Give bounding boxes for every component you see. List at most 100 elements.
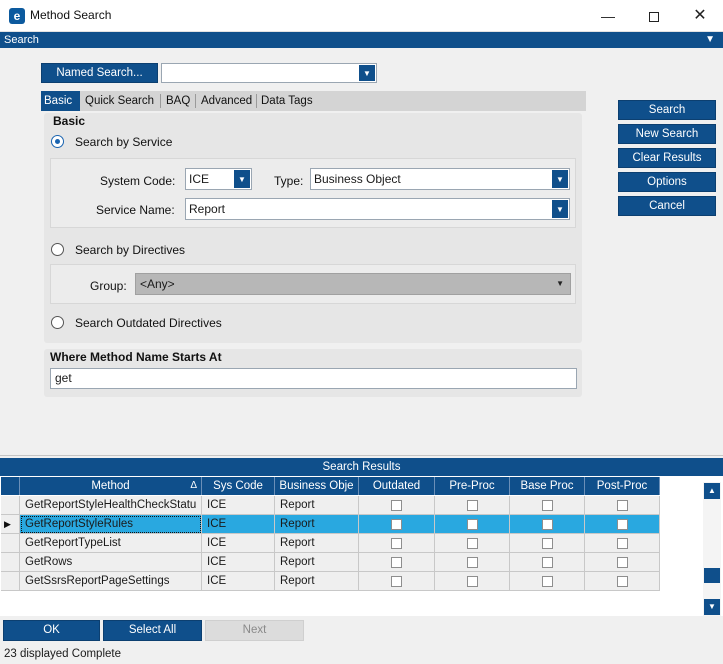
- tab-baq[interactable]: BAQ: [163, 91, 193, 111]
- search-button[interactable]: Search: [618, 100, 716, 120]
- outdated-checkbox[interactable]: [391, 557, 402, 568]
- tab-data-tags[interactable]: Data Tags: [258, 91, 316, 111]
- table-row[interactable]: GetRows ICE Report: [1, 553, 660, 572]
- pre-proc-checkbox[interactable]: [467, 519, 478, 530]
- post-proc-cell: [585, 553, 660, 572]
- next-button[interactable]: Next: [205, 620, 304, 641]
- tab-advanced[interactable]: Advanced: [198, 91, 255, 111]
- table-row[interactable]: GetReportTypeList ICE Report: [1, 534, 660, 553]
- maximize-icon[interactable]: [631, 0, 677, 32]
- table-row[interactable]: GetReportStyleHealthCheckStatu ICE Repor…: [1, 496, 660, 515]
- tab-basic[interactable]: Basic: [41, 91, 80, 111]
- sys-code-cell: ICE: [202, 572, 275, 591]
- clear-results-button[interactable]: Clear Results: [618, 148, 716, 168]
- pre-proc-checkbox[interactable]: [467, 557, 478, 568]
- tab-quick-search[interactable]: Quick Search: [82, 91, 157, 111]
- named-search-button[interactable]: Named Search...: [41, 63, 158, 83]
- row-selector[interactable]: ▶: [1, 515, 20, 534]
- table-row-selected[interactable]: ▶ GetReportStyleRules ICE Report: [1, 515, 660, 534]
- method-cell: GetReportStyleHealthCheckStatu: [20, 496, 202, 515]
- column-header-base-proc[interactable]: Base Proc: [510, 477, 585, 495]
- base-proc-cell: [510, 553, 585, 572]
- ok-button[interactable]: OK: [3, 620, 100, 641]
- chevron-down-icon[interactable]: ▼: [556, 274, 564, 294]
- base-proc-checkbox[interactable]: [542, 500, 553, 511]
- outdated-checkbox[interactable]: [391, 576, 402, 587]
- business-object-cell: Report: [275, 553, 359, 572]
- system-code-value: ICE: [189, 172, 210, 186]
- pre-proc-cell: [435, 496, 510, 515]
- post-proc-checkbox[interactable]: [617, 500, 628, 511]
- pre-proc-checkbox[interactable]: [467, 500, 478, 511]
- column-header-label: Method: [91, 480, 130, 492]
- column-header-outdated[interactable]: Outdated: [359, 477, 435, 495]
- business-object-cell: Report: [275, 496, 359, 515]
- search-outdated-radio[interactable]: [51, 316, 64, 329]
- outdated-checkbox[interactable]: [391, 538, 402, 549]
- select-all-button[interactable]: Select All: [103, 620, 202, 641]
- chevron-down-icon[interactable]: ▼: [359, 65, 375, 81]
- sys-code-cell: ICE: [202, 496, 275, 515]
- scroll-thumb[interactable]: [704, 568, 720, 583]
- base-proc-checkbox[interactable]: [542, 576, 553, 587]
- sys-code-cell: ICE: [202, 553, 275, 572]
- base-proc-checkbox[interactable]: [542, 519, 553, 530]
- row-selector[interactable]: [1, 553, 20, 572]
- table-row[interactable]: GetSsrsReportPageSettings ICE Report: [1, 572, 660, 591]
- column-header-sys-code[interactable]: Sys Code: [202, 477, 275, 495]
- splitter[interactable]: [0, 455, 723, 456]
- window-title: Method Search: [30, 8, 112, 22]
- base-proc-checkbox[interactable]: [542, 538, 553, 549]
- group-value: <Any>: [140, 277, 175, 291]
- pre-proc-checkbox[interactable]: [467, 576, 478, 587]
- type-combo[interactable]: Business Object ▼: [310, 168, 570, 190]
- row-selector[interactable]: [1, 496, 20, 515]
- column-header-method[interactable]: Method Δ: [20, 477, 202, 495]
- new-search-button[interactable]: New Search: [618, 124, 716, 144]
- outdated-cell: [359, 515, 435, 534]
- service-name-combo[interactable]: Report ▼: [185, 198, 570, 220]
- method-cell: GetReportTypeList: [20, 534, 202, 553]
- sort-ascending-icon: Δ: [190, 480, 197, 491]
- post-proc-checkbox[interactable]: [617, 576, 628, 587]
- pre-proc-cell: [435, 534, 510, 553]
- group-combo[interactable]: <Any> ▼: [135, 273, 571, 295]
- column-header-pre-proc[interactable]: Pre-Proc: [435, 477, 510, 495]
- row-selector[interactable]: [1, 572, 20, 591]
- row-selector[interactable]: [1, 534, 20, 553]
- search-results-title: Search Results: [322, 461, 401, 473]
- pin-icon[interactable]: ▼: [705, 32, 715, 48]
- search-by-directives-radio[interactable]: [51, 243, 64, 256]
- outdated-checkbox[interactable]: [391, 519, 402, 530]
- chevron-down-icon[interactable]: ▼: [234, 170, 250, 188]
- pre-proc-checkbox[interactable]: [467, 538, 478, 549]
- cancel-button[interactable]: Cancel: [618, 196, 716, 216]
- minimize-icon[interactable]: —: [585, 0, 631, 32]
- tab-divider: [195, 94, 196, 108]
- outdated-checkbox[interactable]: [391, 500, 402, 511]
- system-code-combo[interactable]: ICE ▼: [185, 168, 252, 190]
- post-proc-checkbox[interactable]: [617, 538, 628, 549]
- results-scrollbar[interactable]: ▲ ▼: [703, 482, 721, 616]
- search-by-directives-label: Search by Directives: [75, 243, 186, 257]
- chevron-down-icon[interactable]: ▼: [552, 170, 568, 188]
- chevron-down-icon[interactable]: ▼: [552, 200, 568, 218]
- status-bar: 23 displayed Complete: [0, 645, 723, 664]
- close-icon[interactable]: ✕: [677, 0, 723, 32]
- search-by-service-label: Search by Service: [75, 135, 173, 149]
- base-proc-checkbox[interactable]: [542, 557, 553, 568]
- scroll-up-icon[interactable]: ▲: [704, 483, 720, 499]
- named-search-combo[interactable]: ▼: [161, 63, 377, 83]
- title-bar: e Method Search — ✕: [0, 0, 723, 32]
- post-proc-checkbox[interactable]: [617, 557, 628, 568]
- search-by-service-radio[interactable]: [51, 135, 64, 148]
- scroll-down-icon[interactable]: ▼: [704, 599, 720, 615]
- post-proc-checkbox[interactable]: [617, 519, 628, 530]
- type-label: Type:: [274, 174, 304, 188]
- outdated-cell: [359, 534, 435, 553]
- column-header-post-proc[interactable]: Post-Proc: [585, 477, 660, 495]
- column-header-business-object[interactable]: Business Obje: [275, 477, 359, 495]
- options-button[interactable]: Options: [618, 172, 716, 192]
- method-starts-input[interactable]: get: [50, 368, 577, 389]
- pre-proc-cell: [435, 515, 510, 534]
